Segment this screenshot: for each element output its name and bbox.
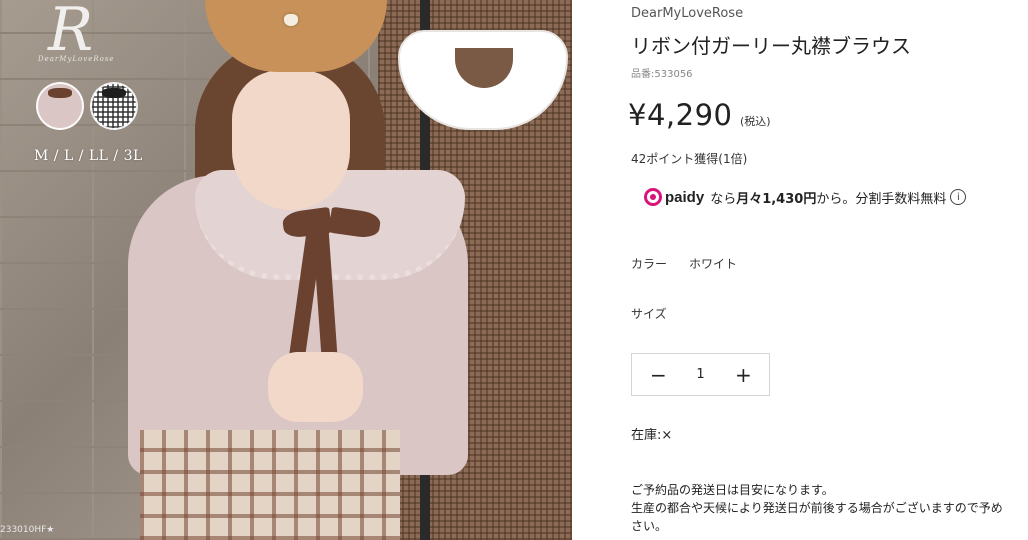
size-label: サイズ [631, 307, 667, 321]
brand-logo: R [48, 0, 94, 65]
brand-name[interactable]: DearMyLoveRose [631, 6, 743, 21]
paidy-text-before: なら [710, 191, 737, 207]
product-image[interactable]: R DearMyLoveRose M / L / LL / 3L 233010H… [0, 0, 572, 540]
color-option-row: カラー ホワイト [631, 255, 737, 272]
paidy-logo-text: paidy [665, 188, 705, 206]
tax-label: (税込) [740, 115, 771, 128]
paidy-banner[interactable]: paidy なら 月々1,430円 から。分割手数料無料 i [644, 185, 967, 209]
stock-status: 在庫:× [631, 424, 672, 443]
quantity-decrease-button[interactable]: − [650, 365, 667, 385]
paidy-logo: paidy [644, 188, 704, 206]
quantity-stepper: − 1 + [631, 353, 770, 396]
paidy-text-after: から。分割手数料無料 [816, 191, 947, 207]
quantity-increase-button[interactable]: + [735, 365, 752, 385]
sizes-overlay: M / L / LL / 3L [34, 148, 143, 164]
product-sku: 品番:533056 [631, 69, 693, 80]
shipping-notice: ご予約品の発送日は目安になります。 生産の都合や天候により発送日が前後する場合が… [631, 481, 1028, 535]
color-swatch-houndstooth [90, 82, 138, 130]
color-value[interactable]: ホワイト [689, 255, 737, 272]
stock-label: 在庫: [631, 428, 662, 443]
model-hands [268, 352, 363, 422]
product-detail-panel: DearMyLoveRose リボン付ガーリー丸襟ブラウス 品番:533056 … [572, 0, 1028, 540]
quantity-value[interactable]: 1 [696, 367, 704, 382]
notice-line-3: さい。 [631, 519, 668, 533]
plaid-skirt [140, 430, 400, 540]
paidy-monthly-amount: 月々1,430円 [736, 191, 817, 207]
heart-pin [282, 12, 300, 28]
model-face [232, 70, 350, 210]
notice-line-2: 生産の都合や天候により発送日が前後する場合がございますので予め [631, 501, 1003, 515]
product-price: ¥4,290 [628, 98, 733, 132]
paidy-icon [644, 188, 662, 206]
product-title: リボン付ガーリー丸襟ブラウス [631, 34, 911, 58]
image-item-code: 233010HF★ [0, 525, 55, 535]
stock-value: × [661, 428, 673, 443]
color-swatch-beige [36, 82, 84, 130]
points-info: 42ポイント獲得(1倍) [631, 152, 748, 166]
notice-line-1: ご予約品の発送日は目安になります。 [631, 483, 834, 497]
color-label: カラー [631, 257, 668, 271]
brand-logo-script: DearMyLoveRose [38, 55, 115, 63]
info-icon[interactable]: i [950, 189, 967, 205]
